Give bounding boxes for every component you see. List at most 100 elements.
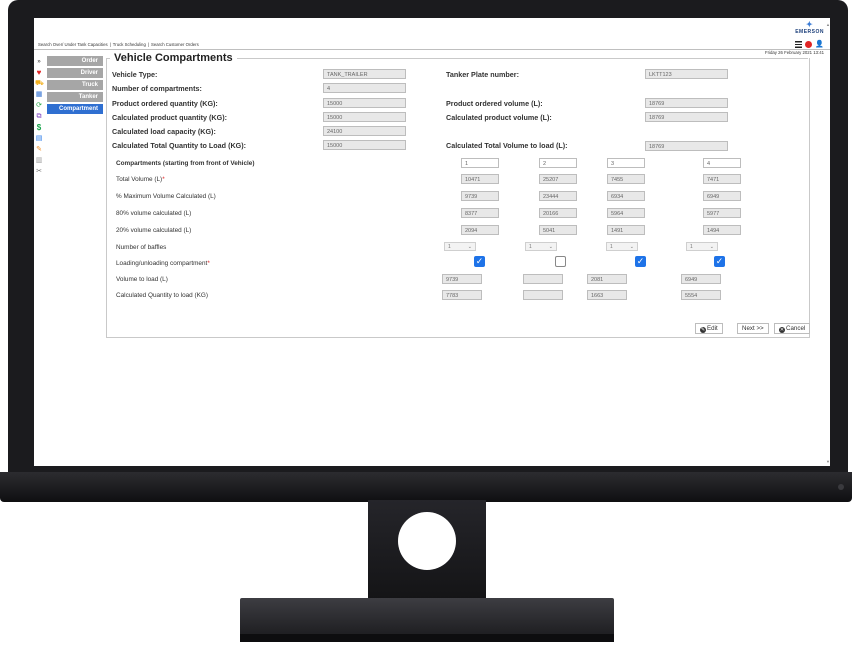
loading-checkbox[interactable]: [555, 256, 566, 267]
calendar-icon[interactable]: ▦: [35, 91, 43, 99]
heart-icon[interactable]: ♥: [35, 69, 43, 77]
prod-qty-label: Product ordered quantity (KG):: [112, 99, 218, 108]
dollar-icon[interactable]: $: [35, 124, 43, 132]
datetime: Friday 26 February 2021 13:41: [765, 50, 824, 55]
step-order[interactable]: Order: [47, 56, 103, 66]
vehicle-type-field: TANK_TRAILER: [323, 69, 406, 79]
refresh-icon[interactable]: ⟳: [35, 102, 43, 110]
wrench-icon[interactable]: ✂: [35, 168, 43, 176]
max-volume-cell: 23444: [539, 191, 577, 201]
power-button: [838, 484, 844, 490]
breadcrumb-link[interactable]: Search Customer Orders: [149, 42, 201, 47]
wizard-steps: Order Driver Truck Tanker Compartment: [47, 56, 103, 116]
scroll-up-arrow[interactable]: ▲: [826, 22, 830, 27]
vol80-cell: 8377: [461, 208, 499, 218]
header-divider: [34, 49, 830, 50]
edit-button[interactable]: ✎ Edit: [695, 323, 723, 334]
monitor-stand-base-edge: [240, 634, 614, 642]
app-screen: ✦ EMERSON ▲ Search Over/ Under Tank Capa…: [34, 18, 830, 466]
vehicle-type-label: Vehicle Type:: [112, 70, 158, 79]
baffles-label: Number of baffles: [116, 244, 167, 251]
step-driver[interactable]: Driver: [47, 68, 103, 78]
num-compartments-field: 4: [323, 83, 406, 93]
compartment-number: 1: [461, 158, 499, 168]
calc-load-cap-label: Calculated load capacity (KG):: [112, 127, 216, 136]
max-volume-cell: 6949: [703, 191, 741, 201]
pencil-icon: ✎: [700, 327, 706, 333]
loading-label: Loading/unloading compartment*: [116, 260, 210, 267]
left-icon-bar: » ♥ ⛟ ▦ ⟳ ⧉ $ ▤ ✎ ▥ ✂: [34, 56, 45, 179]
calc-prod-vol-label: Calculated product volume (L):: [446, 113, 552, 122]
breadcrumb-link[interactable]: Search Over/ Under Tank Capacities: [36, 42, 110, 47]
total-volume-label: Total Volume (L)*: [116, 176, 165, 183]
step-tanker[interactable]: Tanker: [47, 92, 103, 102]
cancel-button[interactable]: ✕ Cancel: [774, 323, 811, 334]
vol-to-load-cell[interactable]: 9739: [442, 274, 482, 284]
vol-to-load-cell[interactable]: 6949: [681, 274, 721, 284]
plate-field: LKTT123: [645, 69, 728, 79]
compartments-label: Compartments (starting from front of Veh…: [116, 160, 255, 167]
baffles-select[interactable]: 1 ⌄: [606, 242, 638, 251]
monitor-stand-cutout: [398, 512, 456, 570]
qty-to-load-label: Calculated Quantity to load (KG): [116, 292, 208, 299]
total-volume-cell: 7471: [703, 174, 741, 184]
loading-checkbox[interactable]: ✓: [474, 256, 485, 267]
vol80-label: 80% volume calculated (L): [116, 210, 192, 217]
vol80-cell: 20166: [539, 208, 577, 218]
calc-total-qty-label: Calculated Total Quantity to Load (KG):: [112, 141, 247, 150]
loading-checkbox[interactable]: ✓: [635, 256, 646, 267]
plate-label: Tanker Plate number:: [446, 70, 519, 79]
vol-to-load-cell[interactable]: [523, 274, 563, 284]
calc-prod-qty-label: Calculated product quantity (KG):: [112, 113, 227, 122]
truck-icon[interactable]: ⛟: [35, 80, 44, 88]
breadcrumb-link[interactable]: Truck Scheduling: [111, 42, 148, 47]
vol20-label: 20% volume calculated (L): [116, 227, 192, 234]
pencil-icon[interactable]: ✎: [35, 146, 43, 154]
baffles-select[interactable]: 1 ⌄: [444, 242, 476, 251]
step-compartment[interactable]: Compartment: [47, 104, 103, 114]
scroll-down-arrow[interactable]: ▼: [826, 459, 830, 464]
vol80-cell: 5964: [607, 208, 645, 218]
qty-to-load-cell: [523, 290, 563, 300]
link-icon[interactable]: ⧉: [35, 113, 43, 121]
vol-to-load-cell[interactable]: 2081: [587, 274, 627, 284]
prod-vol-label: Product ordered volume (L):: [446, 99, 543, 108]
header-icons: 👤: [795, 41, 824, 48]
baffles-select[interactable]: 1 ⌄: [525, 242, 557, 251]
calc-prod-qty-field: 15000: [323, 112, 406, 122]
brand-logo: ✦ EMERSON: [795, 20, 824, 36]
calc-total-vol-field: 18769: [645, 141, 728, 151]
compartment-number: 3: [607, 158, 645, 168]
close-icon: ✕: [779, 327, 785, 333]
collapse-icon[interactable]: »: [35, 58, 43, 66]
vol20-cell: 1491: [607, 225, 645, 235]
vol80-cell: 5977: [703, 208, 741, 218]
compartment-number: 2: [539, 158, 577, 168]
qty-to-load-cell: 5554: [681, 290, 721, 300]
qty-to-load-cell: 1663: [587, 290, 627, 300]
monitor-stand-base: [240, 598, 614, 638]
prod-qty-field: 15000: [323, 98, 406, 108]
step-truck[interactable]: Truck: [47, 80, 103, 90]
report-icon[interactable]: ▤: [35, 135, 43, 143]
panel-title: Vehicle Compartments: [110, 52, 237, 64]
num-compartments-label: Number of compartments:: [112, 84, 202, 93]
menu-icon[interactable]: [795, 41, 802, 48]
alert-icon[interactable]: [805, 41, 812, 48]
breadcrumb: Search Over/ Under Tank Capacities | Truck…: [36, 42, 201, 47]
total-volume-cell: 7455: [607, 174, 645, 184]
baffles-select[interactable]: 1 ⌄: [686, 242, 718, 251]
grid-icon[interactable]: ▥: [35, 157, 43, 165]
max-volume-cell: 9739: [461, 191, 499, 201]
qty-to-load-cell: 7783: [442, 290, 482, 300]
user-icon[interactable]: 👤: [815, 41, 824, 48]
vol20-cell: 5041: [539, 225, 577, 235]
max-volume-label: % Maximum Volume Calculated (L): [116, 193, 216, 200]
calc-total-qty-field: 15000: [323, 140, 406, 150]
max-volume-cell: 6934: [607, 191, 645, 201]
monitor-chin: [0, 472, 852, 502]
calc-prod-vol-field: 18769: [645, 112, 728, 122]
total-volume-cell: 25207: [539, 174, 577, 184]
next-button[interactable]: Next >>: [737, 323, 769, 334]
loading-checkbox[interactable]: ✓: [714, 256, 725, 267]
